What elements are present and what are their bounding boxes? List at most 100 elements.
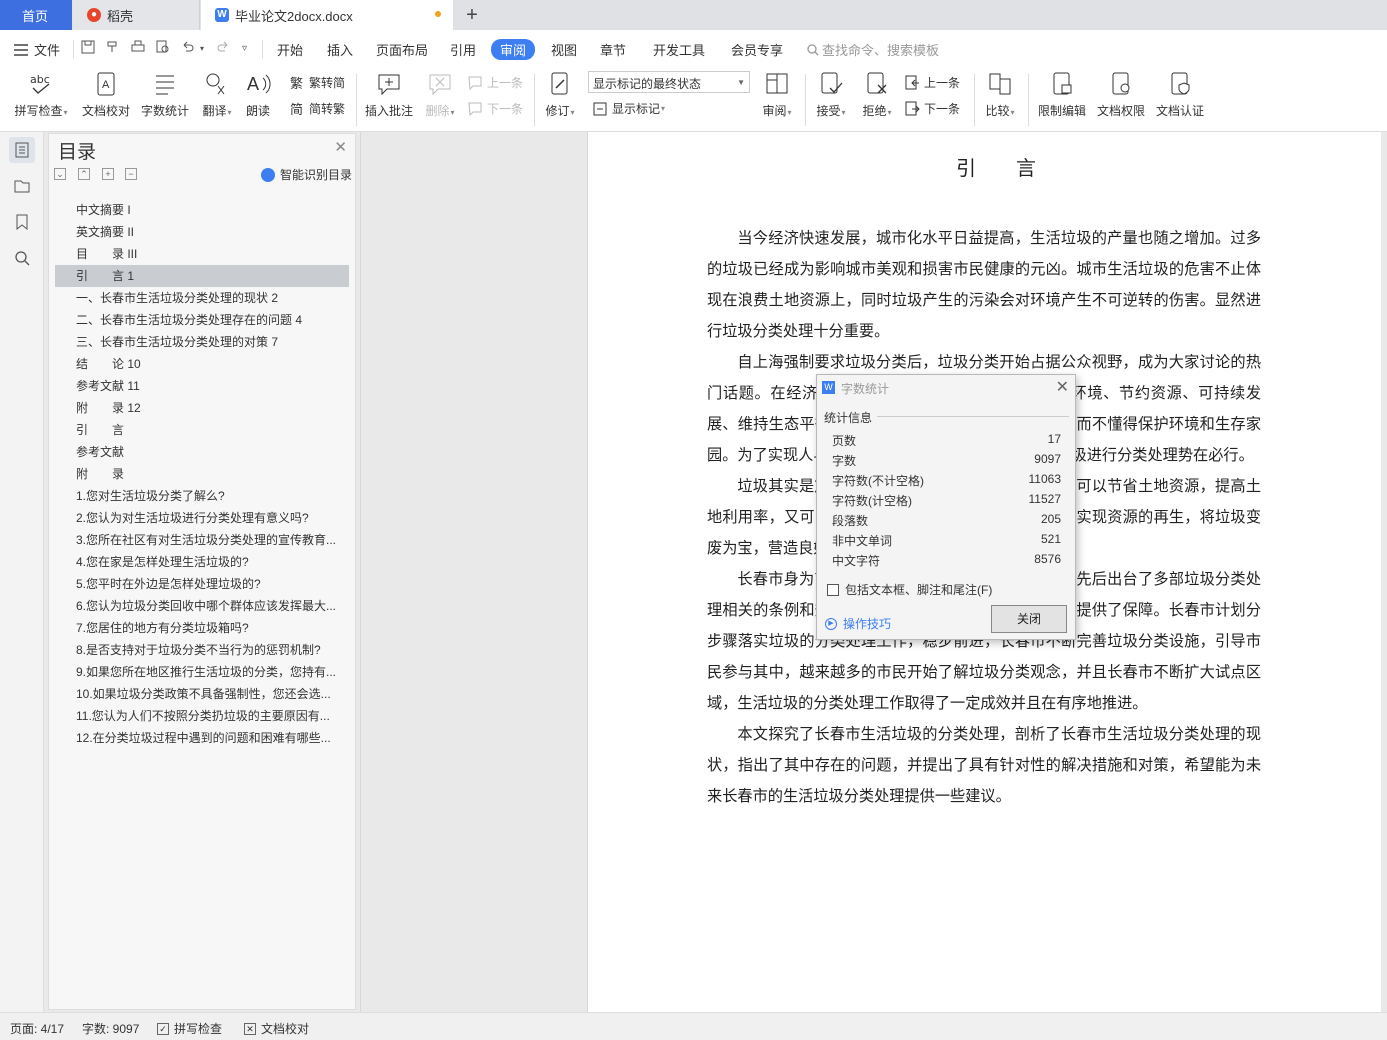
doc-proofread-button[interactable]: A 文档校对 [81, 70, 131, 119]
display-state-select[interactable]: 显示标记的最终状态 ▼ [588, 71, 750, 93]
customize-toolbar-icon[interactable]: ▿ [242, 43, 247, 54]
toc-item[interactable]: 三、长春市生活垃圾分类处理的对策 7 [55, 331, 349, 353]
find-nav-button[interactable] [9, 245, 35, 271]
toc-nav-button[interactable] [9, 137, 35, 163]
menu-item-view[interactable]: 视图 [551, 40, 577, 59]
toc-item[interactable]: 2.您认为对生活垃圾进行分类处理有意义吗? [55, 507, 349, 529]
close-icon[interactable]: ✕ [334, 138, 347, 156]
show-markup-button[interactable]: 显示标记 ▾ [592, 100, 665, 117]
toc-item[interactable]: 附 录 [55, 463, 349, 485]
toc-item[interactable]: 英文摘要 II [55, 221, 349, 243]
toc-item[interactable]: 参考文献 11 [55, 375, 349, 397]
toc-item[interactable]: 8.是否支持对于垃圾分类不当行为的惩罚机制? [55, 639, 349, 661]
menu-item-review[interactable]: 审阅 [491, 39, 536, 60]
menu-item-member[interactable]: 会员专享 [731, 40, 783, 59]
menu-item-page-layout[interactable]: 页面布局 [376, 40, 428, 59]
read-aloud-button[interactable]: A 朗读 [243, 70, 273, 119]
word-count-button[interactable]: 字数统计 [140, 70, 190, 119]
toc-item[interactable]: 5.您平时在外边是怎样处理垃圾的? [55, 573, 349, 595]
print-icon[interactable] [131, 40, 145, 54]
translate-button[interactable]: 翻译▾ [199, 70, 235, 119]
tab-docer[interactable]: ● 稻壳 [73, 0, 200, 30]
file-menu[interactable]: 文件 [14, 40, 60, 59]
toc-item[interactable]: 1.您对生活垃圾分类了解么? [55, 485, 349, 507]
redo-icon[interactable] [216, 40, 230, 54]
menu-item-reference[interactable]: 引用 [450, 40, 476, 59]
toc-item[interactable]: 3.您所在社区有对生活垃圾分类处理的宣传教育... [55, 529, 349, 551]
word-count-indicator[interactable]: 字数: 9097 [82, 1020, 139, 1037]
compare-button[interactable]: 比较▾ [982, 70, 1018, 119]
stat-value: 11063 [1028, 472, 1061, 486]
remove-toc-item-icon[interactable]: − [125, 168, 137, 180]
toc-item[interactable]: 12.在分类垃圾过程中遇到的问题和困难有哪些... [55, 727, 349, 749]
toc-item[interactable]: 结 论 10 [55, 353, 349, 375]
status-bar: 页面: 4/17 字数: 9097 ✓ 拼写检查 ✕ 文档校对 [0, 1012, 1387, 1040]
add-toc-item-icon[interactable]: + [102, 168, 114, 180]
tab-home[interactable]: 首页 [0, 0, 72, 30]
accept-button[interactable]: 接受▾ [813, 70, 849, 119]
stat-value: 11527 [1028, 492, 1061, 506]
toc-item[interactable]: 10.如果垃圾分类政策不具备强制性，您还会选... [55, 683, 349, 705]
toc-item[interactable]: 附 录 12 [55, 397, 349, 419]
accept-label: 接受 [816, 104, 841, 118]
command-search[interactable]: 查找命令、搜索模板 [807, 40, 939, 59]
review-pane-button[interactable]: 审阅▾ [759, 70, 795, 119]
spell-check-button[interactable]: abc 拼写检查▾ [12, 70, 70, 119]
proofread-status[interactable]: ✕ 文档校对 [244, 1020, 309, 1037]
close-icon[interactable]: ✕ [1056, 377, 1069, 397]
bookmark-nav-button[interactable] [9, 209, 35, 235]
prev-comment-button[interactable]: 上一条 [467, 74, 523, 91]
toc-item[interactable]: 4.您在家是怎样处理生活垃圾的? [55, 551, 349, 573]
menu-item-chapter[interactable]: 章节 [600, 40, 626, 59]
smart-toc-button[interactable]: 智能识别目录 [260, 166, 352, 183]
to-traditional-button[interactable]: 繁 繁转简 [289, 74, 345, 91]
collapse-all-icon[interactable]: ⌄ [54, 168, 66, 180]
spell-check-status[interactable]: ✓ 拼写检查 [157, 1020, 222, 1037]
close-button[interactable]: 关闭 [991, 605, 1067, 633]
doc-certify-button[interactable]: 文档认证 [1155, 70, 1205, 119]
save-icon[interactable] [81, 40, 95, 54]
restrict-edit-button[interactable]: 限制编辑 [1037, 70, 1087, 119]
doc-permission-icon [1112, 72, 1130, 95]
toc-item[interactable]: 二、长春市生活垃圾分类处理存在的问题 4 [55, 309, 349, 331]
doc-permission-button[interactable]: 文档权限 [1096, 70, 1146, 119]
next-change-button[interactable]: 下一条 [904, 100, 960, 117]
stat-label: 字数 [832, 454, 857, 468]
insert-comment-button[interactable]: 插入批注 [364, 70, 414, 119]
format-painter-icon[interactable] [106, 40, 120, 54]
toc-item[interactable]: 11.您认为人们不按照分类扔垃圾的主要原因有... [55, 705, 349, 727]
to-simplified-button[interactable]: 简 简转繁 [289, 100, 345, 117]
print-preview-icon[interactable] [156, 40, 170, 54]
toc-item[interactable]: 9.如果您所在地区推行生活垃圾的分类，您持有... [55, 661, 349, 683]
page-indicator[interactable]: 页面: 4/17 [10, 1020, 64, 1037]
revise-button[interactable]: 修订▾ [542, 70, 578, 119]
delete-comment-button[interactable]: 删除▾ [423, 70, 457, 119]
show-markup-icon [593, 102, 607, 115]
menu-item-insert[interactable]: 插入 [327, 40, 353, 59]
toc-item[interactable]: 一、长春市生活垃圾分类处理的现状 2 [55, 287, 349, 309]
undo-dropdown-icon[interactable]: ▾ [200, 44, 204, 53]
divider [805, 74, 806, 126]
stat-row: 页数 17 [832, 429, 1061, 449]
new-tab-button[interactable]: + [462, 0, 482, 30]
toc-item[interactable]: 6.您认为垃圾分类回收中哪个群体应该发挥最大... [55, 595, 349, 617]
prev-change-button[interactable]: 上一条 [904, 74, 960, 91]
document-paragraph: 当今经济快速发展，城市化水平日益提高，生活垃圾的产量也随之增加。过多的垃圾已经成… [707, 229, 1261, 340]
toc-item[interactable]: 7.您居住的地方有分类垃圾箱吗? [55, 617, 349, 639]
toc-item[interactable]: 参考文献 [55, 441, 349, 463]
expand-up-icon[interactable]: ⌃ [78, 168, 90, 180]
menu-item-start[interactable]: 开始 [277, 40, 303, 59]
toc-item[interactable]: 引 言 [55, 419, 349, 441]
reject-button[interactable]: 拒绝▾ [859, 70, 895, 119]
toc-item[interactable]: 引 言 1 [55, 265, 349, 287]
chapter-nav-button[interactable] [9, 173, 35, 199]
menu-item-dev-tools[interactable]: 开发工具 [653, 40, 705, 59]
toc-item[interactable]: 中文摘要 I [55, 199, 349, 221]
toc-item[interactable]: 目 录 III [55, 243, 349, 265]
tab-document[interactable]: W 毕业论文2docx.docx [201, 0, 453, 30]
undo-icon[interactable] [181, 40, 195, 54]
tips-link[interactable]: ▶ 操作技巧 [825, 615, 891, 632]
ribbon-review: abc 拼写检查▾ A 文档校对 字数统计 翻译▾ A 朗读 繁 繁转简 简 简… [0, 68, 1387, 132]
include-footnotes-checkbox[interactable]: 包括文本框、脚注和尾注(F) [827, 581, 992, 598]
next-comment-button[interactable]: 下一条 [467, 100, 523, 117]
